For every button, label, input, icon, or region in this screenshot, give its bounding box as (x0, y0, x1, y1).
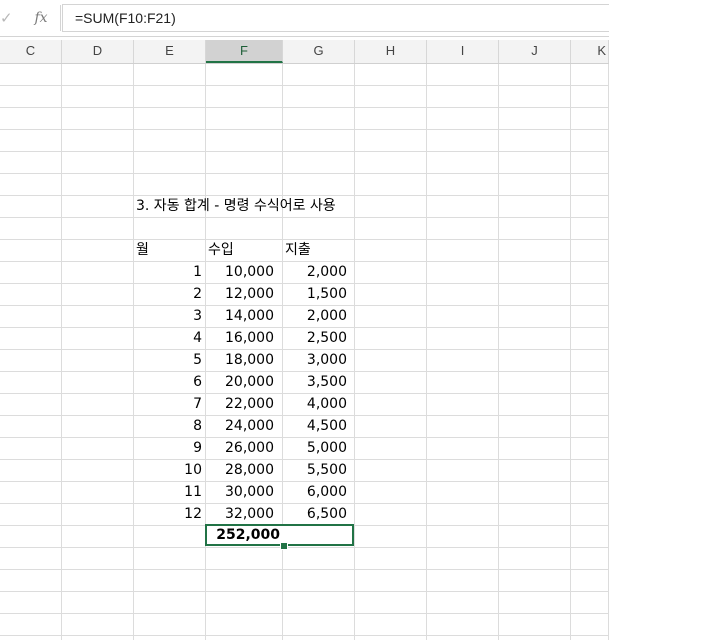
column-header-h[interactable]: H (355, 40, 427, 63)
cell-month[interactable]: 4 (134, 328, 202, 349)
cell-income[interactable]: 16,000 (206, 328, 274, 349)
column-header-e[interactable]: E (134, 40, 206, 63)
cell-expense[interactable]: 6,500 (283, 504, 347, 525)
cell-income[interactable]: 30,000 (206, 482, 274, 503)
cell-expense[interactable]: 5,500 (283, 460, 347, 481)
row-gridline (0, 129, 609, 130)
cell-month[interactable]: 1 (134, 262, 202, 283)
cell-income[interactable]: 32,000 (206, 504, 274, 525)
formula-input[interactable]: =SUM(F10:F21) (62, 4, 609, 32)
column-header-i[interactable]: I (427, 40, 499, 63)
row-gridline (0, 151, 609, 152)
cell-expense[interactable]: 1,500 (283, 284, 347, 305)
cell-expense[interactable]: 2,000 (283, 262, 347, 283)
formula-bar-divider (60, 5, 61, 31)
spreadsheet-grid[interactable]: 3. 자동 합계 - 명령 수식어로 사용 월 수입 지출 1 10,000 2,0… (0, 64, 609, 640)
cell-expense[interactable]: 4,000 (283, 394, 347, 415)
column-header-d[interactable]: D (62, 40, 134, 63)
header-income[interactable]: 수입 (208, 240, 234, 261)
cell-expense[interactable]: 2,000 (283, 306, 347, 327)
checkmark-icon[interactable]: ✓ (0, 6, 14, 30)
cell-expense[interactable]: 3,500 (283, 372, 347, 393)
cell-income[interactable]: 22,000 (206, 394, 274, 415)
cell-income[interactable]: 18,000 (206, 350, 274, 371)
cell-income[interactable]: 24,000 (206, 416, 274, 437)
cell-month[interactable]: 5 (134, 350, 202, 371)
column-header-k[interactable]: K (571, 40, 609, 63)
cell-income[interactable]: 28,000 (206, 460, 274, 481)
cell-month[interactable]: 3 (134, 306, 202, 327)
cell-expense[interactable]: 4,500 (283, 416, 347, 437)
row-gridline (0, 635, 609, 636)
fill-handle[interactable] (280, 542, 288, 550)
cell-month[interactable]: 8 (134, 416, 202, 437)
cell-expense[interactable]: 2,500 (283, 328, 347, 349)
cell-expense[interactable]: 6,000 (283, 482, 347, 503)
header-month[interactable]: 월 (136, 240, 149, 261)
cell-income[interactable]: 12,000 (206, 284, 274, 305)
column-header-g[interactable]: G (283, 40, 355, 63)
function-icon[interactable]: fx (30, 6, 52, 30)
sheet-title[interactable]: 3. 자동 합계 - 명령 수식어로 사용 (136, 196, 336, 217)
income-total-cell[interactable]: 252,000 (206, 524, 280, 546)
cell-month[interactable]: 6 (134, 372, 202, 393)
cell-month[interactable]: 7 (134, 394, 202, 415)
header-expense[interactable]: 지출 (285, 240, 311, 261)
row-gridline (0, 217, 609, 218)
cell-month[interactable]: 9 (134, 438, 202, 459)
cell-month[interactable]: 11 (134, 482, 202, 503)
cell-month[interactable]: 2 (134, 284, 202, 305)
row-gridline (0, 569, 609, 570)
cell-income[interactable]: 14,000 (206, 306, 274, 327)
column-header-j[interactable]: J (499, 40, 571, 63)
cell-month[interactable]: 12 (134, 504, 202, 525)
row-gridline (0, 591, 609, 592)
formula-bar: ✓ fx =SUM(F10:F21) (0, 0, 609, 37)
row-gridline (0, 613, 609, 614)
cell-income[interactable]: 10,000 (206, 262, 274, 283)
column-header-row: C D E F G H I J K (0, 40, 609, 64)
row-gridline (0, 107, 609, 108)
cell-month[interactable]: 10 (134, 460, 202, 481)
cell-income[interactable]: 26,000 (206, 438, 274, 459)
cell-expense[interactable]: 3,000 (283, 350, 347, 371)
column-header-f[interactable]: F (206, 40, 283, 63)
row-gridline (0, 547, 609, 548)
row-gridline (0, 85, 609, 86)
cell-expense[interactable]: 5,000 (283, 438, 347, 459)
cell-income[interactable]: 20,000 (206, 372, 274, 393)
column-header-c[interactable]: C (0, 40, 62, 63)
row-gridline (0, 173, 609, 174)
